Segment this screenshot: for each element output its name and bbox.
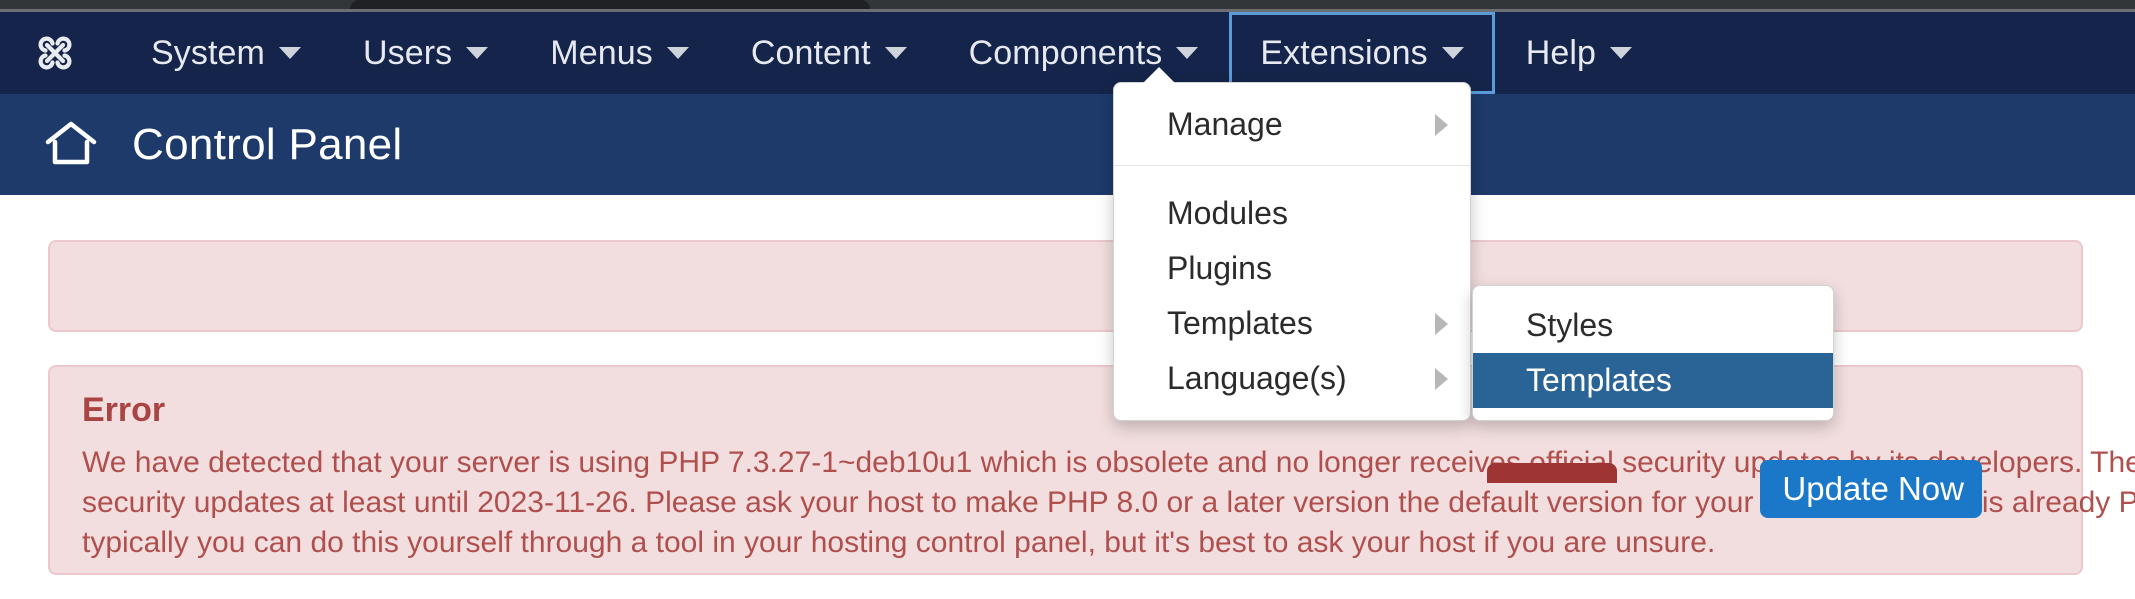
page-header: Control Panel	[0, 94, 2135, 195]
update-now-button[interactable]: Update Now	[1760, 460, 1982, 518]
menu-item-modules[interactable]: Modules	[1114, 186, 1470, 241]
chevron-down-icon	[1610, 47, 1633, 59]
nav-item-components-label: Components	[968, 33, 1163, 72]
home-icon	[44, 118, 98, 171]
chevron-right-icon	[1435, 113, 1448, 136]
menu-item-modules-label: Modules	[1167, 195, 1288, 231]
chevron-right-icon	[1435, 367, 1448, 390]
menu-divider	[1114, 165, 1470, 166]
page-title: Control Panel	[132, 119, 403, 169]
submenu-item-styles-label: Styles	[1526, 307, 1614, 343]
nav-item-extensions-label: Extensions	[1260, 33, 1428, 72]
chevron-down-icon	[666, 47, 689, 59]
submenu-item-styles[interactable]: Styles	[1473, 298, 1833, 353]
templates-submenu: Styles Templates	[1472, 285, 1834, 421]
nav-item-menus-label: Menus	[550, 33, 653, 72]
menu-item-manage[interactable]: Manage	[1114, 97, 1470, 152]
menu-item-manage-label: Manage	[1167, 106, 1283, 142]
joomla-logo-icon[interactable]	[34, 32, 76, 74]
browser-tab[interactable]	[350, 0, 870, 9]
submenu-item-templates-label: Templates	[1526, 362, 1672, 398]
submenu-item-templates[interactable]: Templates	[1473, 353, 1833, 408]
menu-item-languages-label: Language(s)	[1167, 360, 1347, 396]
danger-action-button[interactable]	[1487, 463, 1617, 483]
nav-item-help-label: Help	[1525, 33, 1597, 72]
error-heading: Error	[82, 391, 166, 429]
nav-item-users-label: Users	[362, 33, 453, 72]
menu-item-plugins-label: Plugins	[1167, 250, 1272, 286]
chevron-down-icon	[466, 47, 489, 59]
browser-chrome-strip	[0, 0, 2135, 9]
chevron-down-icon	[1441, 47, 1464, 59]
nav-item-system-label: System	[151, 33, 265, 72]
admin-menubar: System Users Menus Content Components Ex…	[0, 12, 2135, 94]
menu-item-templates-label: Templates	[1167, 305, 1313, 341]
nav-item-content-label: Content	[750, 33, 871, 72]
dropdown-arrow-icon	[1142, 67, 1176, 84]
nav-item-menus[interactable]: Menus	[519, 12, 720, 94]
menu-item-templates[interactable]: Templates	[1114, 296, 1470, 351]
chevron-right-icon	[1435, 312, 1448, 335]
nav-item-system[interactable]: System	[120, 12, 332, 94]
extensions-dropdown-menu: Manage Modules Plugins Templates Languag…	[1113, 67, 1471, 421]
chevron-down-icon	[1176, 47, 1199, 59]
menu-item-plugins[interactable]: Plugins	[1114, 241, 1470, 296]
nav-item-users[interactable]: Users	[332, 12, 519, 94]
nav-item-content[interactable]: Content	[720, 12, 938, 94]
menu-item-languages[interactable]: Language(s)	[1114, 351, 1470, 406]
chevron-down-icon	[278, 47, 301, 59]
nav-item-help[interactable]: Help	[1495, 12, 1663, 94]
chevron-down-icon	[884, 47, 907, 59]
